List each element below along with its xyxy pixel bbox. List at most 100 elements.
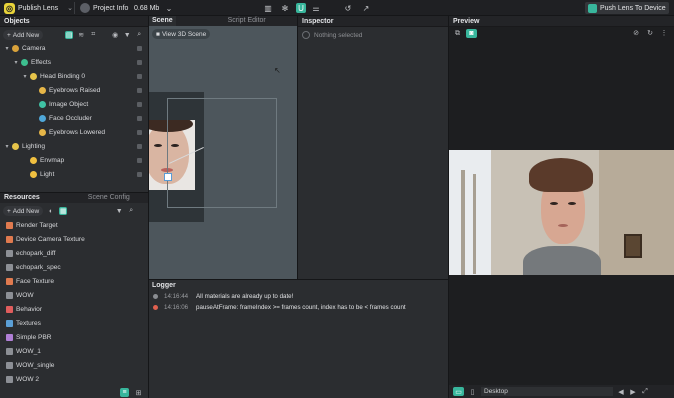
visibility-toggle[interactable] bbox=[137, 73, 142, 79]
resource-item[interactable]: echopark_spec bbox=[0, 260, 148, 274]
person-hair bbox=[529, 158, 593, 192]
resource-item[interactable]: WOW_1 bbox=[0, 344, 148, 358]
visibility-toggle[interactable] bbox=[137, 129, 142, 135]
tab-scene[interactable]: Scene bbox=[149, 16, 176, 26]
tree-item[interactable]: ▾ Head Binding 0 bbox=[0, 69, 148, 83]
resource-item[interactable]: echopark_diff bbox=[0, 246, 148, 260]
add-new-resource-button[interactable]: + Add New bbox=[3, 206, 44, 216]
desktop-icon[interactable]: ▭ bbox=[453, 387, 464, 396]
export-icon[interactable]: ↗ bbox=[361, 3, 371, 13]
tree-item-label: Effects bbox=[31, 58, 52, 66]
panels-icon[interactable]: ▥ bbox=[263, 3, 273, 13]
resources-tabs: Resources Scene Config bbox=[0, 193, 148, 203]
video-icon[interactable]: ▶ bbox=[629, 388, 637, 396]
search-icon[interactable]: ⌕ bbox=[127, 207, 135, 215]
chevron-down-icon[interactable]: ▾ bbox=[22, 73, 28, 80]
window-frame bbox=[461, 170, 465, 275]
tab-resources[interactable]: Resources bbox=[0, 193, 44, 203]
lens-icon[interactable]: U bbox=[296, 3, 306, 13]
device-select[interactable]: Desktop bbox=[481, 387, 613, 396]
mobile-icon[interactable]: ▯ bbox=[468, 387, 477, 396]
audio-icon[interactable]: ◀ bbox=[617, 388, 625, 396]
push-lens-label: Push Lens To Device bbox=[600, 4, 666, 12]
fullscreen-icon[interactable]: ⤢ bbox=[641, 388, 649, 396]
resource-label: Render Target bbox=[16, 221, 58, 229]
scene-icon[interactable]: ▤ bbox=[65, 31, 74, 39]
tab-scene-config[interactable]: Scene Config bbox=[84, 193, 134, 203]
reset-icon[interactable]: ↻ bbox=[646, 29, 654, 37]
gizmo-handle[interactable] bbox=[164, 173, 172, 181]
visibility-toggle[interactable] bbox=[137, 101, 142, 107]
tree-item[interactable]: Light bbox=[0, 167, 148, 181]
chevron-down-icon[interactable]: ▾ bbox=[4, 45, 10, 52]
preview-bottom-bar: ▭ ▯ Desktop ◀ ▶ ⤢ bbox=[449, 385, 674, 398]
visibility-toggle[interactable] bbox=[137, 45, 142, 51]
list-view-icon[interactable]: ≡ bbox=[120, 388, 129, 397]
chevron-down-icon[interactable]: ⌄ bbox=[164, 3, 174, 13]
search-icon[interactable]: ⌕ bbox=[135, 31, 143, 39]
publish-lens-button[interactable]: ◎ Publish Lens ⌄ bbox=[4, 2, 73, 14]
layers-icon[interactable]: ≋ bbox=[77, 31, 85, 39]
tag-icon[interactable]: ⌗ bbox=[89, 31, 97, 39]
chevron-down-icon: ⌄ bbox=[67, 5, 73, 12]
scene-panel: Scene Script Editor ■ View 3D Scene ↖ bbox=[149, 16, 297, 279]
view-3d-scene-button[interactable]: ■ View 3D Scene bbox=[152, 29, 211, 39]
history-icon[interactable]: ↺ bbox=[343, 3, 353, 13]
more-icon[interactable]: ⋮ bbox=[660, 29, 668, 37]
tree-item[interactable]: Eyebrows Lowered bbox=[0, 125, 148, 139]
object-icon bbox=[39, 128, 46, 136]
project-info-label: Project Info bbox=[93, 4, 129, 12]
resource-item[interactable]: Simple PBR bbox=[0, 330, 148, 344]
grid-view-icon[interactable]: ⊞ bbox=[134, 388, 143, 397]
visibility-toggle[interactable] bbox=[137, 143, 142, 149]
visibility-toggle[interactable] bbox=[137, 157, 142, 163]
library-icon[interactable]: ◐ bbox=[47, 207, 55, 215]
chevron-down-icon[interactable]: ▾ bbox=[4, 143, 10, 150]
push-lens-button[interactable]: Push Lens To Device bbox=[585, 2, 669, 14]
tree-item[interactable]: ▾ Camera bbox=[0, 41, 148, 55]
tab-script-editor[interactable]: Script Editor bbox=[224, 16, 270, 26]
filter-icon[interactable]: ▼ bbox=[123, 31, 131, 39]
import-icon[interactable]: ▦ bbox=[59, 207, 68, 215]
resource-item[interactable]: WOW_single bbox=[0, 358, 148, 372]
resource-item[interactable]: Textures bbox=[0, 316, 148, 330]
grid-icon[interactable]: ⚌ bbox=[311, 3, 321, 13]
resource-item[interactable]: WOW 2 bbox=[0, 372, 148, 386]
tree-item[interactable]: Image Object bbox=[0, 97, 148, 111]
resource-label: WOW_1 bbox=[16, 347, 41, 355]
no-camera-icon[interactable]: ⊘ bbox=[632, 29, 640, 37]
settings-icon[interactable]: ✻ bbox=[280, 3, 290, 13]
visibility-toggle[interactable] bbox=[137, 171, 142, 177]
copy-icon[interactable]: ⧉ bbox=[453, 29, 462, 38]
add-new-label: Add New bbox=[12, 207, 40, 215]
top-toolbar: ◎ Publish Lens ⌄ Project Info 0.68 Mb ⌄ … bbox=[0, 0, 674, 16]
visibility-toggle[interactable] bbox=[137, 59, 142, 65]
resource-label: Textures bbox=[16, 319, 41, 327]
resource-icon bbox=[6, 291, 13, 299]
right-eye bbox=[568, 202, 576, 205]
visibility-toggle[interactable] bbox=[137, 115, 142, 121]
resource-item[interactable]: Render Target bbox=[0, 218, 148, 232]
resource-icon bbox=[6, 347, 13, 355]
visibility-toggle[interactable] bbox=[137, 87, 142, 93]
tree-item[interactable]: Face Occluder bbox=[0, 111, 148, 125]
chevron-down-icon[interactable]: ▾ bbox=[13, 59, 19, 66]
preview-image bbox=[449, 150, 674, 275]
objects-title: Objects bbox=[0, 16, 148, 27]
resource-item[interactable]: WOW bbox=[0, 288, 148, 302]
visibility-icon[interactable]: ◉ bbox=[111, 31, 119, 39]
filter-icon[interactable]: ▼ bbox=[115, 207, 123, 215]
tree-item[interactable]: ▾ Effects bbox=[0, 55, 148, 69]
resource-item[interactable]: Behavior bbox=[0, 302, 148, 316]
resource-item[interactable]: Device Camera Texture bbox=[0, 232, 148, 246]
add-new-button[interactable]: + Add New bbox=[3, 30, 44, 40]
camera-icon[interactable]: ◙ bbox=[466, 29, 477, 38]
resource-label: WOW_single bbox=[16, 361, 55, 369]
tree-item[interactable]: Eyebrows Raised bbox=[0, 83, 148, 97]
resource-item[interactable]: Face Texture bbox=[0, 274, 148, 288]
tree-item[interactable]: Envmap bbox=[0, 153, 148, 167]
resource-icon bbox=[6, 333, 13, 341]
project-info-button[interactable]: Project Info bbox=[80, 2, 128, 14]
left-eye bbox=[154, 144, 162, 147]
tree-item[interactable]: ▾ Lighting bbox=[0, 139, 148, 153]
